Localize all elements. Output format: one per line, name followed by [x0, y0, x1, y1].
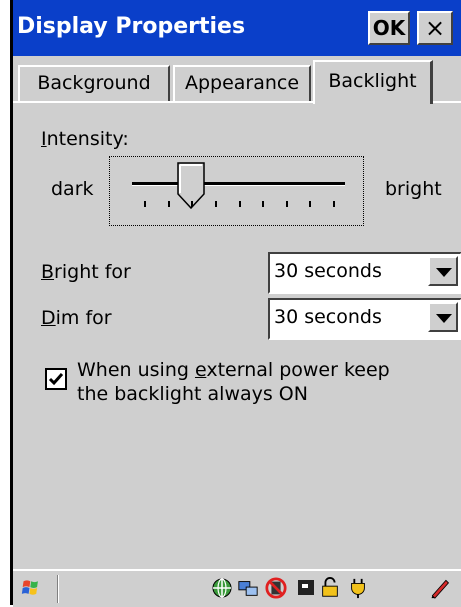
external-power-access-key: e	[194, 359, 207, 381]
external-power-checkbox[interactable]	[45, 368, 67, 390]
slider-min-label: dark	[51, 178, 94, 200]
windows-flag-icon[interactable]	[21, 577, 43, 599]
slider-tick	[167, 201, 170, 207]
intensity-label: Intensity:	[41, 128, 129, 150]
power-plug-icon[interactable]	[347, 577, 369, 599]
tab-appearance[interactable]: Appearance	[173, 65, 311, 101]
dim-for-dropdown[interactable]: 30 seconds	[268, 298, 461, 340]
external-power-label[interactable]: When using external power keep the backl…	[77, 358, 417, 406]
lock-icon[interactable]	[319, 577, 341, 599]
window-title: Display Properties	[17, 14, 246, 39]
tab-background[interactable]: Background	[18, 65, 170, 101]
card-icon[interactable]	[295, 577, 317, 599]
bright-for-value: 30 seconds	[274, 260, 382, 282]
close-button[interactable]: ×	[417, 11, 453, 45]
slider-tick	[191, 201, 194, 207]
tab-baseline-right	[431, 101, 461, 103]
dim-for-dropdown-arrow[interactable]	[428, 302, 458, 332]
slider-tick	[309, 201, 312, 207]
external-power-text-3: the backlight always ON	[77, 383, 308, 405]
dim-for-label-text: im for	[55, 307, 112, 329]
bright-for-dropdown[interactable]: 30 seconds	[268, 252, 461, 294]
dim-for-value: 30 seconds	[274, 306, 382, 328]
connection-icon[interactable]	[237, 577, 259, 599]
slider-tick	[238, 201, 241, 207]
slider-track[interactable]	[132, 182, 345, 186]
slider-tick	[144, 201, 146, 207]
slider-tick	[333, 201, 335, 207]
tab-strip: Background Appearance Backlight	[13, 56, 461, 104]
intensity-slider[interactable]	[109, 156, 364, 226]
pen-icon[interactable]	[429, 577, 451, 599]
taskbar	[13, 569, 461, 607]
external-power-text-2: xternal power keep	[206, 359, 390, 381]
slider-max-label: bright	[385, 178, 442, 200]
dim-for-access-key: D	[41, 307, 56, 329]
title-bar: Display Properties OK ×	[13, 0, 461, 56]
bright-for-label: Bright for	[41, 261, 131, 283]
intensity-label-text: ntensity:	[46, 128, 129, 150]
device-screen: Display Properties OK × Background Appea…	[10, 0, 461, 607]
bright-for-label-text: right for	[54, 261, 131, 283]
checkmark-icon	[48, 373, 64, 386]
bright-for-access-key: B	[41, 261, 55, 283]
tab-backlight[interactable]: Backlight	[313, 60, 433, 104]
no-signal-icon[interactable]	[265, 577, 287, 599]
slider-tick	[214, 201, 217, 207]
network-globe-icon[interactable]	[211, 577, 233, 599]
slider-tick	[285, 201, 288, 207]
backlight-panel: Intensity: dark bright Bright for 30 sec…	[13, 104, 461, 569]
taskbar-separator	[57, 575, 59, 603]
slider-tick	[262, 201, 265, 207]
ok-button[interactable]: OK	[368, 11, 410, 45]
tab-baseline	[13, 101, 313, 103]
dim-for-label: Dim for	[41, 307, 112, 329]
external-power-text-1: When using	[77, 359, 195, 381]
bright-for-dropdown-arrow[interactable]	[428, 256, 458, 286]
